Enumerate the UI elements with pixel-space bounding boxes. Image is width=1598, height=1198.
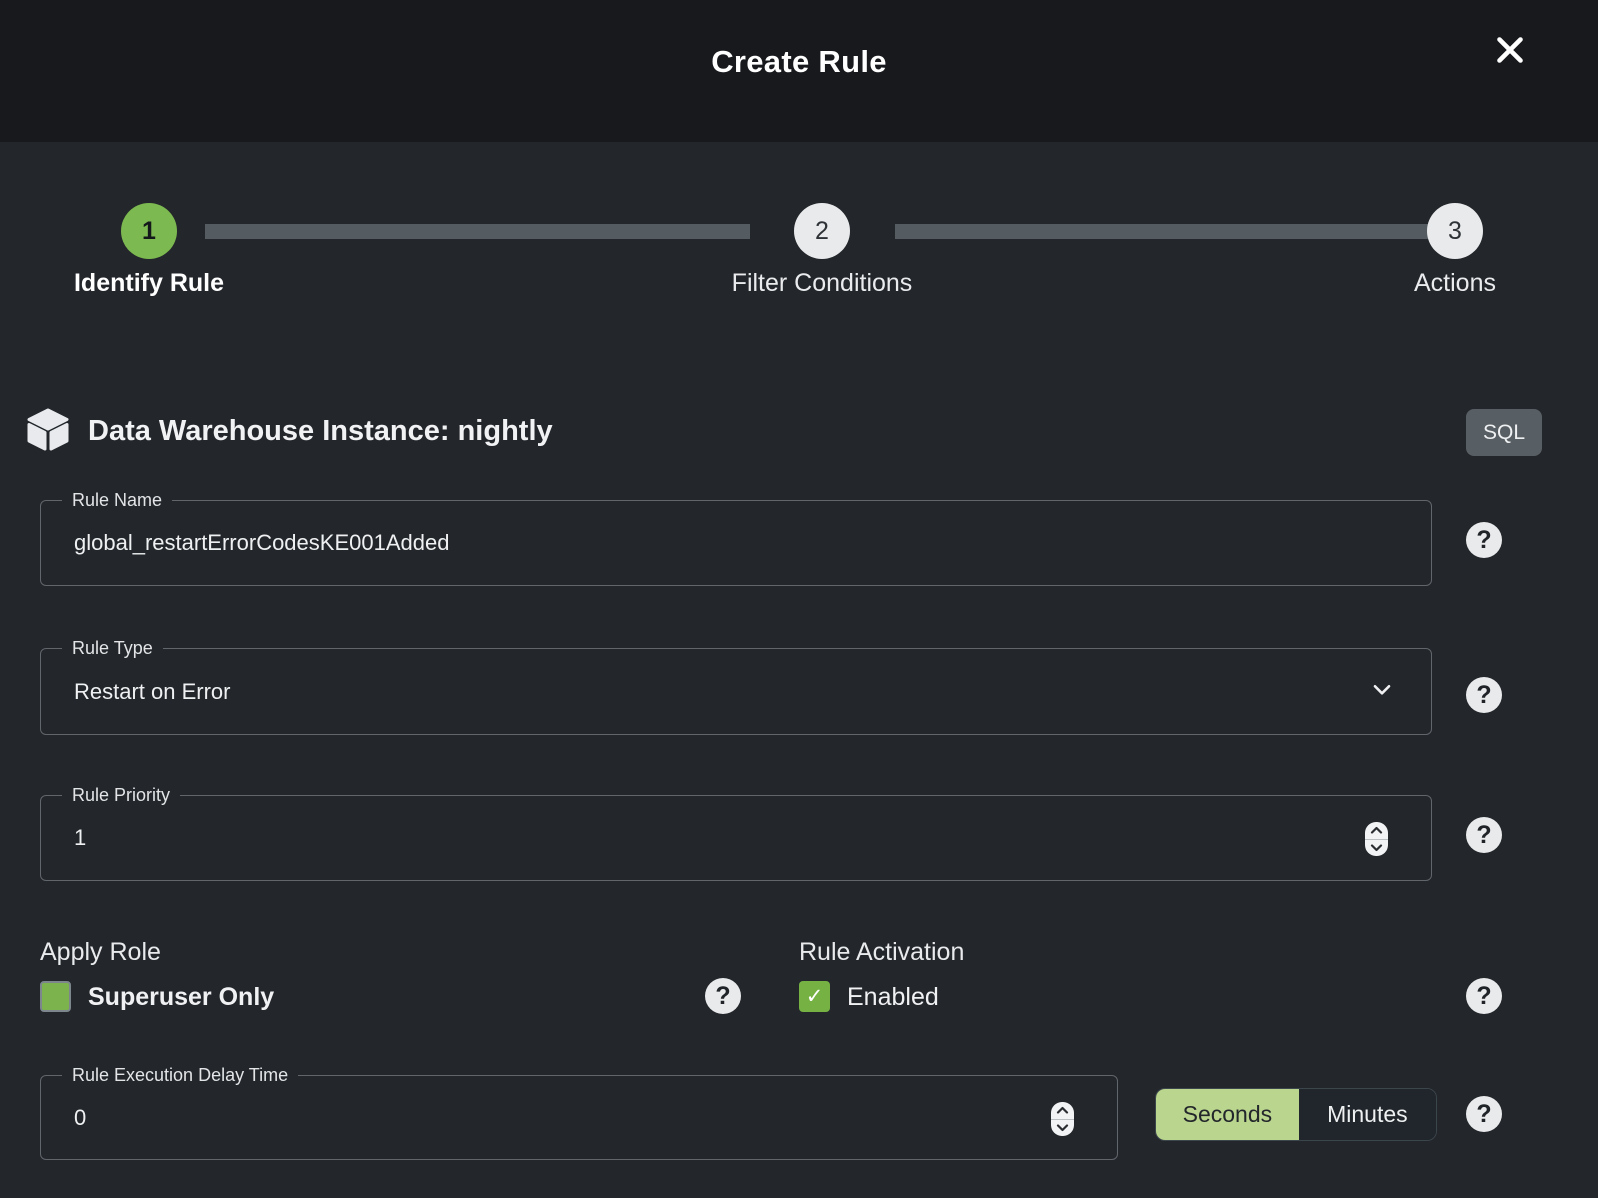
- delay-time-field: Rule Execution Delay Time: [40, 1075, 1118, 1160]
- delay-time-stepper[interactable]: [1051, 1102, 1074, 1136]
- delay-time-input[interactable]: [41, 1076, 1117, 1159]
- rule-type-help-button[interactable]: ?: [1466, 677, 1502, 713]
- step-3-label: Actions: [1255, 269, 1598, 298]
- delay-unit-toggle: Seconds Minutes: [1155, 1088, 1437, 1141]
- rule-priority-stepper[interactable]: [1365, 822, 1388, 856]
- cube-icon: [24, 406, 72, 459]
- rule-name-field: Rule Name: [40, 500, 1432, 586]
- rule-activation-label: Rule Activation: [799, 938, 964, 967]
- step-2-indicator[interactable]: 2: [794, 203, 850, 259]
- step-1-indicator[interactable]: 1: [121, 203, 177, 259]
- unit-seconds-button[interactable]: Seconds: [1156, 1089, 1299, 1140]
- check-icon: ✓: [806, 984, 824, 1009]
- stepper-up-icon[interactable]: [1365, 822, 1388, 839]
- step-connector-2: [895, 224, 1428, 239]
- rule-priority-field: Rule Priority: [40, 795, 1432, 881]
- rule-priority-help-button[interactable]: ?: [1466, 817, 1502, 853]
- rule-activation-checkbox[interactable]: ✓: [799, 981, 830, 1012]
- stepper-up-icon[interactable]: [1051, 1102, 1074, 1119]
- rule-name-input[interactable]: [41, 501, 1431, 585]
- create-rule-modal: Create Rule 1 2 3 Identify Rule Filter C…: [0, 0, 1598, 1198]
- rule-priority-input[interactable]: [41, 796, 1431, 880]
- step-2-label: Filter Conditions: [622, 269, 1022, 298]
- rule-type-select[interactable]: Rule Type Restart on Error: [40, 648, 1432, 735]
- modal-header: Create Rule: [0, 0, 1598, 142]
- rule-activation-help-button[interactable]: ?: [1466, 978, 1502, 1014]
- rule-name-help-button[interactable]: ?: [1466, 522, 1502, 558]
- rule-activation-option-label: Enabled: [847, 983, 939, 1012]
- instance-heading: Data Warehouse Instance: nightly: [88, 415, 553, 448]
- chevron-down-icon: [1369, 676, 1395, 707]
- apply-role-label: Apply Role: [40, 938, 161, 967]
- sql-button[interactable]: SQL: [1466, 409, 1542, 456]
- apply-role-help-button[interactable]: ?: [705, 978, 741, 1014]
- unit-minutes-button[interactable]: Minutes: [1299, 1089, 1436, 1140]
- step-connector-1: [205, 224, 750, 239]
- rule-type-value: Restart on Error: [74, 649, 231, 734]
- delay-time-help-button[interactable]: ?: [1466, 1096, 1502, 1132]
- modal-title: Create Rule: [0, 44, 1598, 80]
- close-icon: [1492, 32, 1528, 68]
- apply-role-option-label: Superuser Only: [88, 983, 274, 1012]
- apply-role-checkbox[interactable]: [40, 981, 71, 1012]
- step-1-label: Identify Rule: [0, 269, 349, 298]
- step-3-indicator[interactable]: 3: [1427, 203, 1483, 259]
- close-button[interactable]: [1485, 25, 1535, 75]
